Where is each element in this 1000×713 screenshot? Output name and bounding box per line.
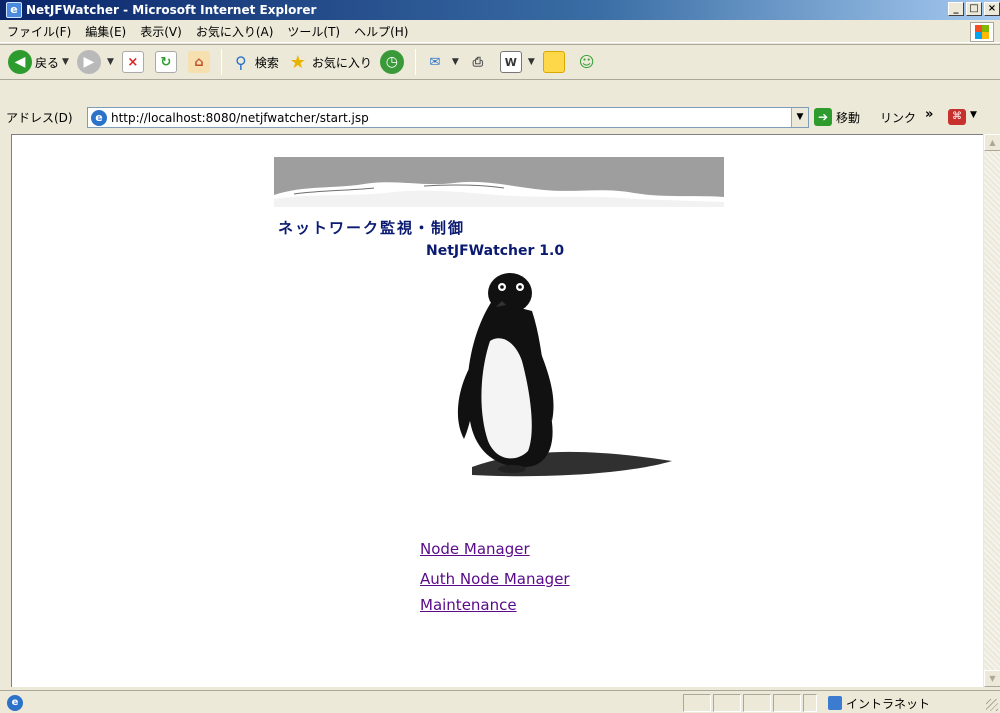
status-cell bbox=[743, 694, 771, 712]
status-page-icon: e bbox=[7, 695, 23, 711]
windows-logo-icon bbox=[970, 22, 994, 42]
refresh-icon: ↻ bbox=[154, 51, 177, 73]
security-zone[interactable]: イントラネット bbox=[820, 694, 980, 712]
back-label: 戻る bbox=[35, 55, 60, 70]
forward-dropdown-icon[interactable]: ▼ bbox=[107, 57, 114, 67]
banner-image bbox=[274, 157, 724, 207]
links-label[interactable]: リンク bbox=[880, 109, 916, 126]
go-label: 移動 bbox=[836, 110, 861, 125]
search-button[interactable]: ⚲ 検索 bbox=[226, 47, 283, 77]
menu-view[interactable]: 表示(V) bbox=[133, 23, 189, 40]
menu-file[interactable]: ファイル(F) bbox=[0, 23, 78, 40]
zone-label: イントラネット bbox=[846, 696, 931, 711]
history-icon: ◷ bbox=[379, 50, 404, 74]
title-bar: e NetJFWatcher - Microsoft Internet Expl… bbox=[0, 0, 1000, 20]
vertical-scrollbar[interactable]: ▲ ▼ bbox=[983, 134, 1000, 687]
page-heading-en: NetJFWatcher 1.0 bbox=[426, 243, 565, 259]
scroll-up-icon[interactable]: ▲ bbox=[984, 134, 1000, 151]
home-icon: ⌂ bbox=[187, 51, 210, 73]
stop-button[interactable]: × bbox=[118, 47, 151, 77]
penguin-image bbox=[457, 273, 672, 477]
search-label: 検索 bbox=[254, 55, 279, 70]
search-icon: ⚲ bbox=[235, 52, 247, 72]
menu-favorites[interactable]: お気に入り(A) bbox=[189, 23, 281, 40]
back-dropdown-icon[interactable]: ▼ bbox=[62, 57, 69, 67]
ie-app-icon[interactable]: e bbox=[6, 2, 22, 18]
go-arrow-icon: ➔ bbox=[814, 108, 832, 126]
page-content: ネットワーク監視・制御 NetJFWatcher 1.0 Node Manage… bbox=[11, 134, 983, 687]
print-icon: ⎙ bbox=[472, 54, 484, 70]
toolbar-separator bbox=[220, 49, 222, 75]
edit-dropdown-icon[interactable]: ▼ bbox=[528, 57, 535, 67]
node-manager-link[interactable]: Node Manager bbox=[420, 540, 530, 558]
menu-tools[interactable]: ツール(T) bbox=[280, 23, 347, 40]
toolbar-separator bbox=[414, 49, 416, 75]
go-button[interactable]: ➔ 移動 bbox=[814, 108, 860, 126]
print-button[interactable]: ⎙ bbox=[463, 47, 496, 77]
auth-node-manager-link[interactable]: Auth Node Manager bbox=[420, 570, 570, 588]
address-dropdown-icon[interactable]: ▼ bbox=[791, 108, 808, 127]
address-bar: アドレス(D) e http://localhost:8080/netjfwat… bbox=[0, 105, 1000, 130]
status-cell bbox=[803, 694, 817, 712]
status-cell bbox=[773, 694, 801, 712]
window-controls: _ □ × bbox=[946, 2, 1000, 16]
browser-window: e NetJFWatcher - Microsoft Internet Expl… bbox=[0, 0, 1000, 713]
messenger-button[interactable]: ☺ bbox=[572, 47, 605, 77]
links-more-icon[interactable]: » bbox=[925, 107, 933, 122]
address-url[interactable]: http://localhost:8080/netjfwatcher/start… bbox=[111, 111, 369, 125]
page-heading-jp: ネットワーク監視・制御 bbox=[278, 219, 466, 237]
refresh-button[interactable]: ↻ bbox=[151, 47, 184, 77]
edit-button[interactable]: W ▼ bbox=[496, 47, 539, 77]
status-cell bbox=[713, 694, 741, 712]
favorites-button[interactable]: ★ お気に入り bbox=[283, 47, 376, 77]
maximize-button[interactable]: □ bbox=[966, 2, 982, 16]
menu-bar: ファイル(F) 編集(E) 表示(V) お気に入り(A) ツール(T) ヘルプ(… bbox=[0, 21, 1000, 43]
banner-snow-graphic bbox=[274, 181, 724, 207]
maintenance-link[interactable]: Maintenance bbox=[420, 596, 517, 614]
address-input[interactable]: e http://localhost:8080/netjfwatcher/sta… bbox=[87, 107, 809, 128]
forward-button[interactable]: ▶ ▼ bbox=[73, 47, 118, 77]
favorites-label: お気に入り bbox=[311, 55, 372, 70]
scroll-down-icon[interactable]: ▼ bbox=[984, 670, 1000, 687]
intranet-icon bbox=[828, 696, 842, 710]
favorites-star-icon: ★ bbox=[289, 51, 306, 73]
messenger-icon: ☺ bbox=[578, 53, 595, 71]
acrobat-icon[interactable]: ⌘ bbox=[948, 109, 966, 125]
stop-icon: × bbox=[121, 51, 144, 73]
status-bar: e イントラネット bbox=[0, 690, 1000, 713]
edit-icon: W bbox=[499, 51, 522, 73]
mail-dropdown-icon[interactable]: ▼ bbox=[452, 57, 459, 67]
mail-icon: ✉ bbox=[429, 54, 441, 70]
back-button[interactable]: ◀ 戻る ▼ bbox=[4, 47, 73, 77]
status-cell bbox=[683, 694, 711, 712]
forward-arrow-icon: ▶ bbox=[76, 50, 101, 74]
links-dropdown-icon[interactable]: ▼ bbox=[970, 110, 977, 120]
minimize-button[interactable]: _ bbox=[948, 2, 964, 16]
home-button[interactable]: ⌂ bbox=[184, 47, 217, 77]
back-arrow-icon: ◀ bbox=[8, 50, 32, 74]
notes-button[interactable] bbox=[539, 47, 572, 77]
window-title: NetJFWatcher - Microsoft Internet Explor… bbox=[26, 3, 317, 17]
close-button[interactable]: × bbox=[984, 2, 1000, 16]
resize-grip-icon[interactable] bbox=[986, 699, 998, 711]
address-label: アドレス(D) bbox=[6, 111, 73, 125]
menu-help[interactable]: ヘルプ(H) bbox=[347, 23, 415, 40]
menu-edit[interactable]: 編集(E) bbox=[78, 23, 133, 40]
page-icon: e bbox=[91, 109, 107, 126]
history-button[interactable]: ◷ bbox=[376, 47, 411, 77]
mail-button[interactable]: ✉ ▼ bbox=[420, 47, 463, 77]
note-icon bbox=[542, 51, 565, 73]
standard-toolbar: ◀ 戻る ▼ ▶ ▼ × ↻ ⌂ ⚲ 検索 ★ お気に入り ◷ ✉ ▼ ⎙ W … bbox=[0, 44, 1000, 80]
